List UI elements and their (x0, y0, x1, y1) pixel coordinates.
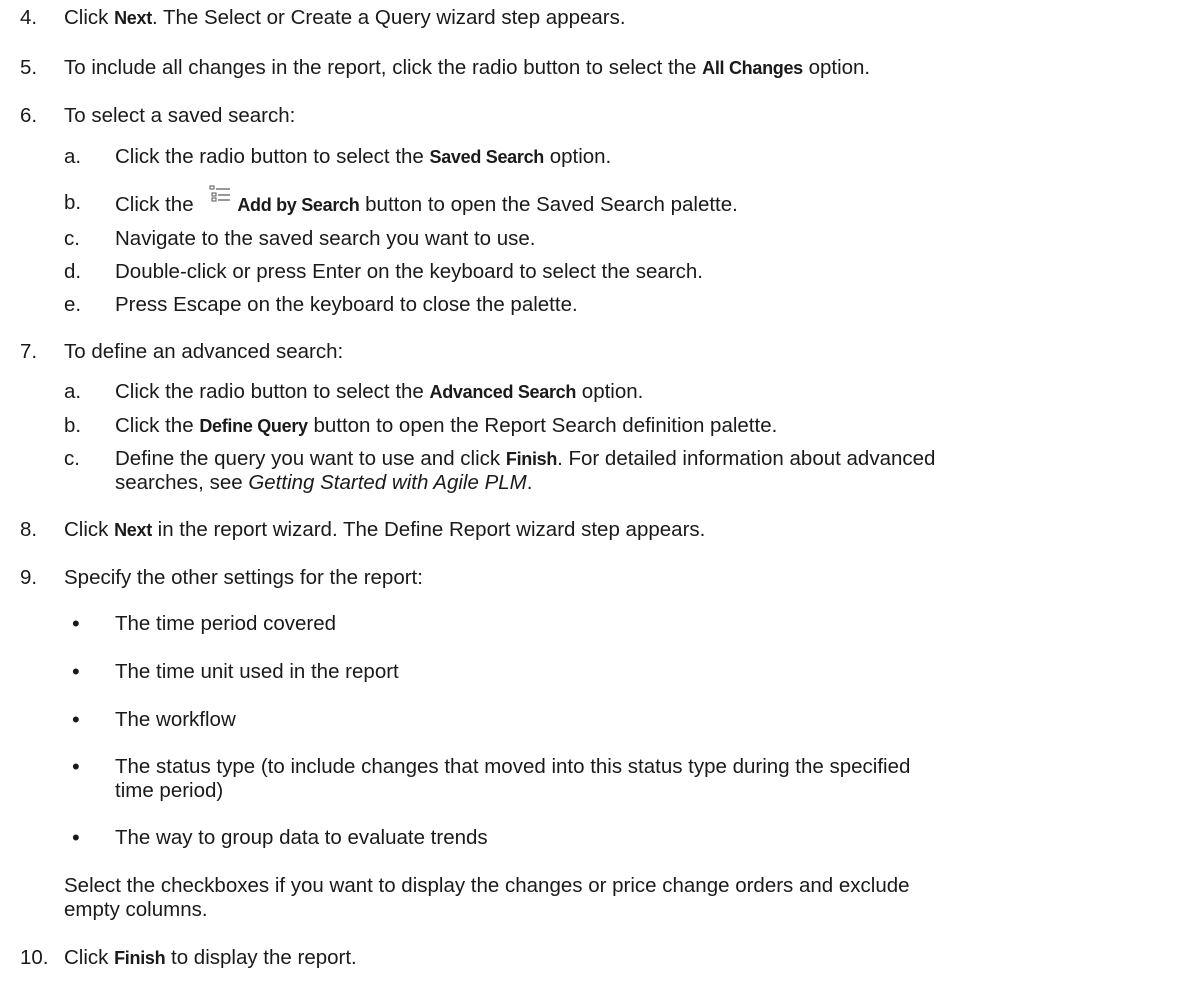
step-9-note: Select the checkboxes if you want to dis… (64, 874, 910, 897)
substep-text: button to open the Report Search definit… (307, 414, 778, 437)
substep-text: Click the radio button to select the (115, 145, 430, 168)
substep-text: option. (544, 145, 612, 168)
substep-text: . (526, 471, 533, 494)
step-text: Click (64, 518, 115, 541)
step-number: 9. (20, 566, 38, 589)
substep-letter: c. (64, 447, 80, 470)
ui-term: All Changes (702, 58, 803, 78)
bullet-text: The way to group data to evaluate trends (115, 826, 488, 849)
step-9-note-line2: empty columns. (64, 898, 208, 921)
substep-letter: b. (64, 191, 82, 214)
bullet-text: The workflow (115, 708, 236, 731)
substep-letter: c. (64, 227, 80, 250)
step-number: 10. (20, 946, 49, 969)
step-text: in the report wizard. The Define Report … (151, 518, 706, 541)
step-7-text: To define an advanced search: (64, 340, 344, 363)
step-number: 6. (20, 104, 38, 127)
step-text: . The Select or Create a Query wizard st… (151, 6, 626, 29)
ui-term: Next (114, 520, 152, 540)
substep-text: . For detailed information about advance… (557, 447, 936, 470)
substep-text: Click the radio button to select the (115, 380, 430, 403)
substep-letter: a. (64, 380, 82, 403)
substep-letter: b. (64, 414, 82, 437)
substep-6d-text: Double-click or press Enter on the keybo… (115, 260, 703, 283)
substep-7c-text-line2: searches, see Getting Started with Agile… (115, 471, 532, 495)
substep-6e-text: Press Escape on the keyboard to close th… (115, 293, 578, 316)
bullet-dot-icon: • (72, 659, 80, 684)
ui-term: Advanced Search (429, 382, 577, 402)
ui-term: Define Query (199, 416, 308, 436)
bullet-dot-icon: • (72, 754, 80, 779)
substep-7c-text: Define the query you want to use and cli… (115, 447, 935, 471)
step-number: 8. (20, 518, 38, 541)
substep-6a-text: Click the radio button to select the Sav… (115, 145, 611, 169)
bullet-text: The status type (to include changes that… (115, 755, 911, 778)
bullet-dot-icon: • (72, 825, 80, 850)
bullet-dot-icon: • (72, 611, 80, 636)
ui-term: Saved Search (429, 147, 545, 167)
bullet-text: The time period covered (115, 612, 337, 635)
step-text: option. (802, 56, 871, 79)
substep-text: searches, see (115, 471, 249, 494)
step-number: 4. (20, 6, 38, 29)
step-8-text: Click Next in the report wizard. The Def… (64, 518, 705, 542)
substep-letter: a. (64, 145, 82, 168)
substep-text: button to open the Saved Search palette. (359, 193, 738, 216)
substep-letter: e. (64, 293, 82, 316)
step-text: Click (64, 946, 115, 969)
substep-6c-text: Navigate to the saved search you want to… (115, 227, 536, 250)
step-4-text: Click Next. The Select or Create a Query… (64, 6, 626, 30)
step-6-text: To select a saved search: (64, 104, 296, 127)
step-text: to display the report. (165, 946, 357, 969)
step-9-text: Specify the other settings for the repor… (64, 566, 423, 589)
substep-letter: d. (64, 260, 82, 283)
bullet-text-line2: time period) (115, 779, 224, 802)
step-5-text: To include all changes in the report, cl… (64, 56, 870, 80)
substep-text: option. (576, 380, 644, 403)
step-10-text: Click Finish to display the report. (64, 946, 357, 970)
bullet-dot-icon: • (72, 707, 80, 732)
substep-text: Click the (115, 193, 200, 216)
step-text: To include all changes in the report, cl… (64, 56, 703, 79)
substep-7a-text: Click the radio button to select the Adv… (115, 380, 643, 404)
step-number: 7. (20, 340, 38, 363)
ui-term: Add by Search (237, 195, 360, 215)
ui-term: Finish (505, 449, 558, 469)
step-number: 5. (20, 56, 38, 79)
ui-term: Finish (114, 948, 166, 968)
add-by-search-icon (209, 185, 231, 209)
document-page: { "steps": [ {"num": "4.", "pre": "Click… (0, 0, 1187, 988)
bullet-text: The time unit used in the report (115, 660, 399, 683)
substep-6b-text: Click the Add by Search button to open t… (115, 185, 738, 217)
ui-term: Next (114, 8, 152, 28)
doc-reference: Getting Started with Agile PLM (248, 471, 527, 494)
step-text: Click (64, 6, 115, 29)
substep-text: Click the (115, 414, 200, 437)
substep-text: Define the query you want to use and cli… (115, 447, 506, 470)
substep-7b-text: Click the Define Query button to open th… (115, 414, 777, 438)
